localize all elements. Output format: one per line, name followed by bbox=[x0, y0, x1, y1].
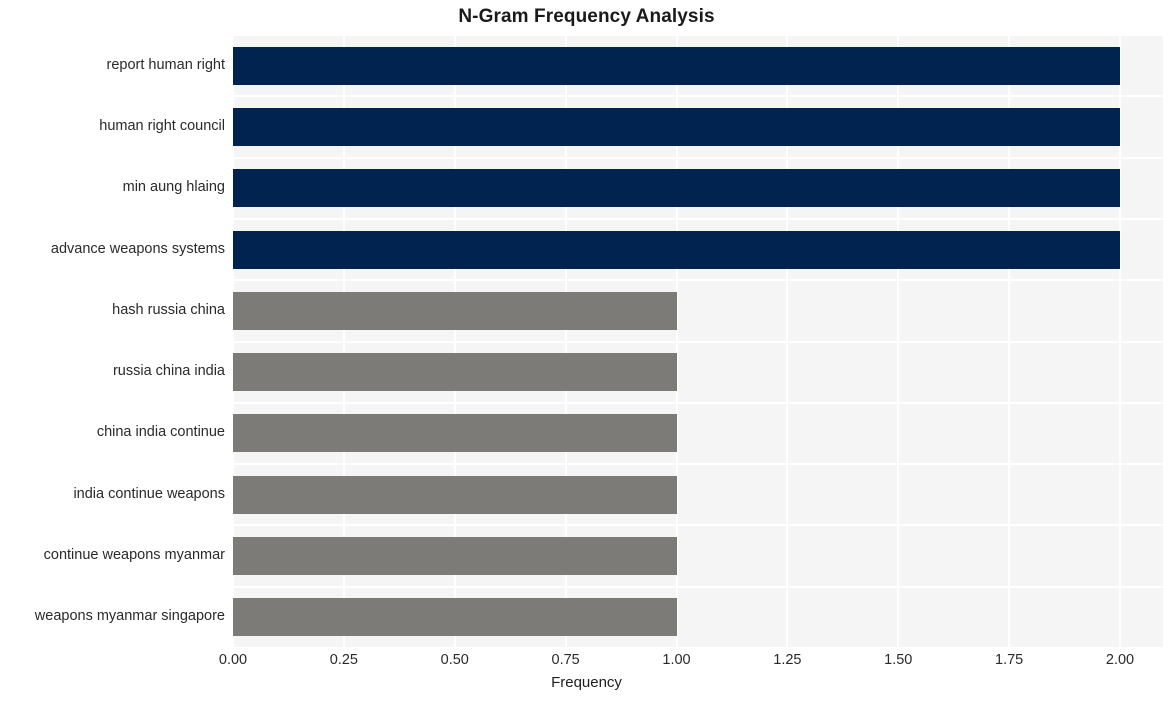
gridline-horizontal-5 bbox=[233, 340, 1163, 343]
bar[interactable] bbox=[233, 353, 677, 392]
x-tick-label: 1.50 bbox=[884, 652, 913, 668]
bar[interactable] bbox=[233, 169, 1120, 208]
x-tick-label: 2.00 bbox=[1105, 652, 1135, 668]
x-tick-label: 0.25 bbox=[329, 652, 358, 668]
bar[interactable] bbox=[233, 598, 677, 637]
y-tick-label: hash russia china bbox=[112, 301, 225, 318]
gridline-horizontal-10 bbox=[233, 647, 1163, 648]
chart-figure: N-Gram Frequency Analysis report human r… bbox=[0, 0, 1173, 701]
y-tick-label: advance weapons systems bbox=[50, 240, 225, 257]
y-tick-label: china india continue bbox=[96, 424, 225, 441]
bar[interactable] bbox=[233, 291, 677, 330]
x-tick-label: 0.50 bbox=[440, 652, 469, 668]
y-tick-label: report human right bbox=[106, 56, 225, 73]
gridline-horizontal-7 bbox=[233, 463, 1163, 466]
bar[interactable] bbox=[233, 414, 677, 453]
y-tick-label: continue weapons myanmar bbox=[43, 547, 225, 564]
gridline-horizontal-2 bbox=[233, 156, 1163, 159]
x-tick-label: 1.00 bbox=[662, 652, 691, 668]
bar[interactable] bbox=[233, 230, 1120, 269]
x-tick-label: 1.75 bbox=[995, 652, 1024, 668]
y-tick-label: weapons myanmar singapore bbox=[34, 608, 225, 625]
gridline-horizontal-6 bbox=[233, 401, 1163, 404]
x-tick-label: 1.25 bbox=[773, 652, 802, 668]
gridline-horizontal-9 bbox=[233, 585, 1163, 588]
bar[interactable] bbox=[233, 537, 677, 576]
x-axis-label: Frequency bbox=[551, 674, 622, 691]
y-tick-label: min aung hlaing bbox=[122, 179, 225, 196]
y-tick-label: human right council bbox=[99, 117, 225, 134]
plot-area bbox=[233, 35, 1163, 648]
x-tick-label: 0.00 bbox=[218, 652, 248, 668]
y-tick-label: russia china india bbox=[112, 363, 225, 380]
gridline-horizontal-1 bbox=[233, 95, 1163, 98]
bar[interactable] bbox=[233, 107, 1120, 146]
y-tick-label: india continue weapons bbox=[73, 485, 225, 502]
gridline-horizontal-8 bbox=[233, 524, 1163, 527]
gridline-horizontal-3 bbox=[233, 217, 1163, 220]
x-tick-label: 0.75 bbox=[551, 652, 580, 668]
bar[interactable] bbox=[233, 475, 677, 514]
bar[interactable] bbox=[233, 46, 1120, 85]
chart-title: N-Gram Frequency Analysis bbox=[458, 6, 715, 27]
gridline-horizontal-4 bbox=[233, 279, 1163, 282]
gridline-horizontal-0 bbox=[233, 35, 1163, 36]
